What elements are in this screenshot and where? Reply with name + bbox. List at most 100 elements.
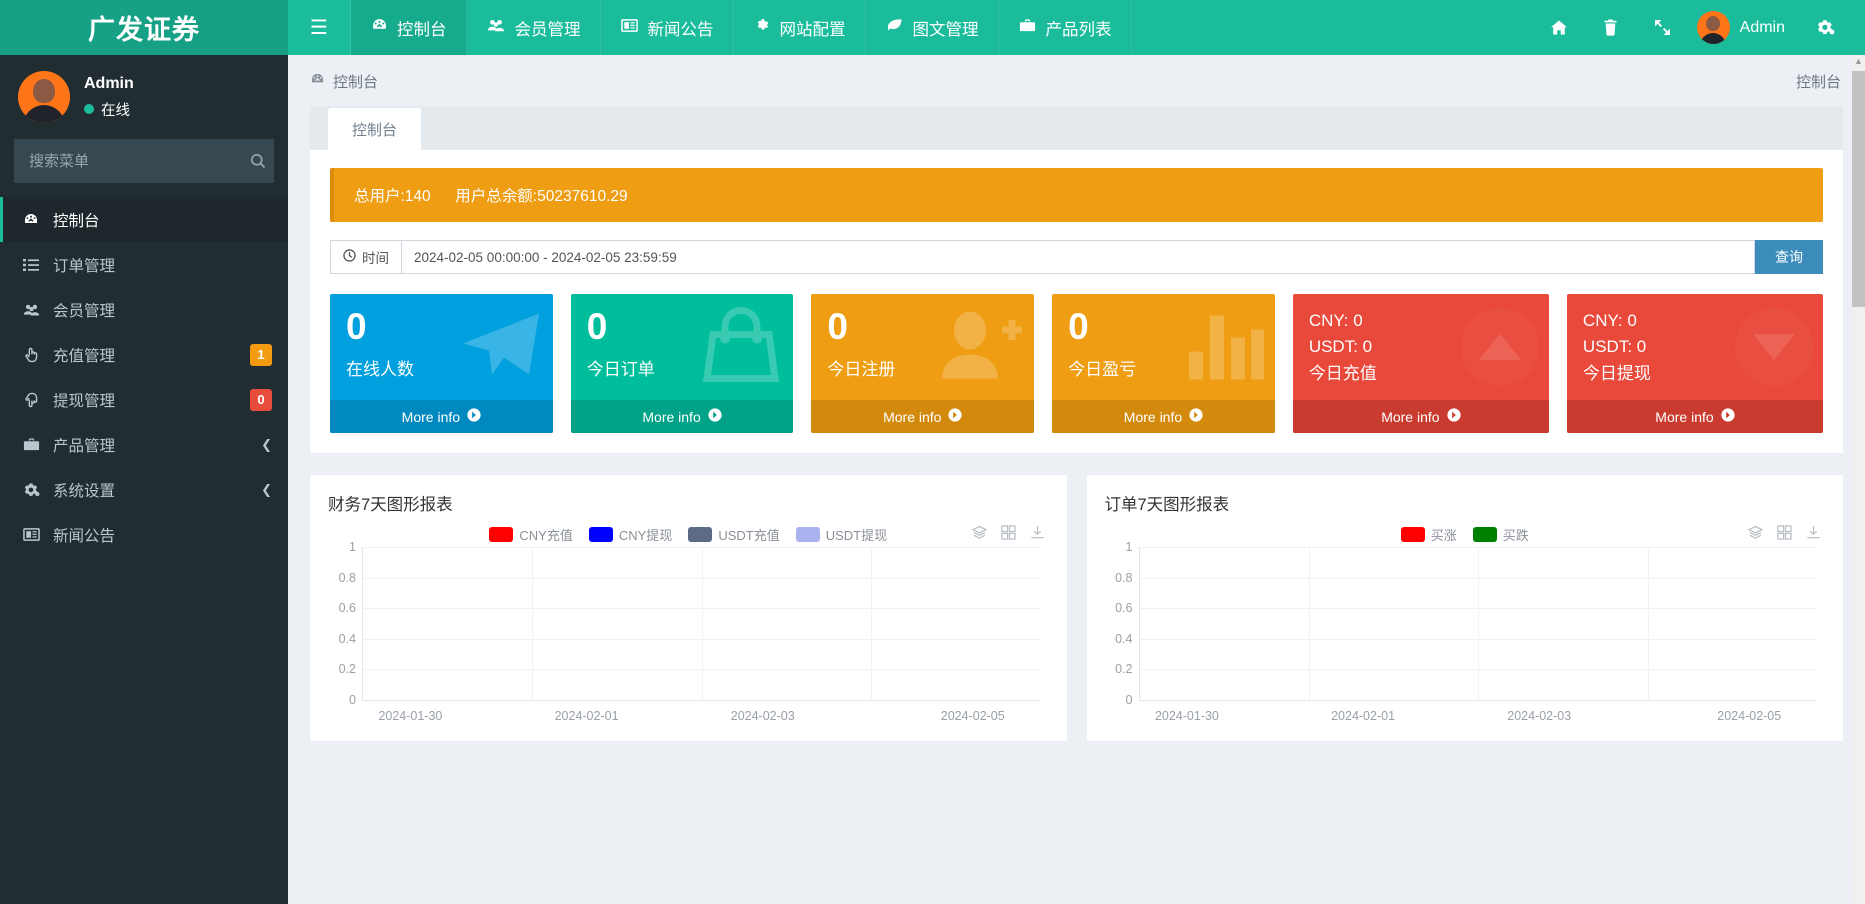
sidebar-item-orders[interactable]: 订单管理: [0, 242, 288, 287]
search-input[interactable]: [15, 152, 242, 170]
gridline: [1647, 547, 1649, 700]
y-axis-tick: 0.6: [338, 601, 356, 616]
sidebar-item-recharge[interactable]: 充值管理 1: [0, 332, 288, 377]
page-scrollbar[interactable]: ▲: [1852, 55, 1865, 904]
legend-item[interactable]: CNY提现: [588, 525, 673, 544]
breadcrumb-left: 控制台: [310, 71, 378, 92]
stat-card-lines: CNY: 0 USDT: 0 今日充值: [1309, 308, 1533, 387]
clock-icon: [343, 249, 356, 265]
recharge-usdt-value: USDT: 0: [1308, 337, 1373, 357]
sidebar-toggle-button[interactable]: ☰: [288, 0, 351, 55]
top-nav-item-dashboard[interactable]: 控制台: [350, 0, 468, 55]
stat-card-more-link[interactable]: More info: [1292, 400, 1549, 433]
legend-item[interactable]: USDT充值: [688, 525, 780, 544]
app-root: 广发证券 ☰ 控制台 会员管理 新闻公告 网站配置 图文管理 产品列表 Admi…: [0, 0, 1865, 904]
sidebar-item-members[interactable]: 会员管理: [0, 287, 288, 332]
user-menu-button[interactable]: Admin: [1689, 0, 1799, 55]
top-nav-item-news[interactable]: 新闻公告: [601, 0, 735, 55]
hamburger-icon: ☰: [310, 17, 328, 39]
stat-card-more-link[interactable]: More info: [1052, 400, 1275, 433]
y-axis-tick: 0: [1125, 693, 1133, 707]
charts-row: 财务7天图形报表 CNY充值 CNY提现 USDT充值 USDT提现 1 0.8…: [310, 475, 1843, 741]
gears-icon[interactable]: [1799, 0, 1851, 55]
total-balance-label: 用户总余额:50237610.29: [455, 188, 628, 205]
tab-dashboard[interactable]: 控制台: [328, 108, 422, 150]
home-icon[interactable]: [1533, 0, 1585, 55]
chart-area: CNY充值 CNY提现 USDT充值 USDT提现 1 0.8 0.6 0.4 …: [328, 521, 1049, 733]
legend-swatch-buy-down: [1472, 527, 1497, 542]
withdraw-usdt-value: USDT: 0: [1582, 337, 1647, 357]
hand-up-icon: [21, 347, 41, 363]
top-nav-right-tools: Admin: [1533, 0, 1865, 55]
stat-card-body: 0 今日订单: [571, 294, 794, 400]
withdraw-cny-value: CNY: 0: [1582, 311, 1637, 330]
dashboard-icon: [310, 72, 325, 91]
top-nav-spacer: [1132, 0, 1532, 55]
top-nav-label: 控制台: [396, 20, 447, 39]
legend-label: USDT充值: [718, 528, 780, 543]
stack-icon[interactable]: [971, 525, 987, 544]
search-query-button[interactable]: 查询: [1755, 240, 1823, 274]
download-icon[interactable]: [1030, 525, 1045, 544]
top-nav-item-site-config[interactable]: 网站配置: [734, 0, 867, 55]
legend-label: CNY充值: [519, 528, 573, 543]
users-icon: [21, 302, 41, 317]
fullscreen-icon[interactable]: [1637, 0, 1689, 55]
stat-card-more-link[interactable]: More info: [570, 400, 794, 433]
chart-toolbar: [1747, 525, 1821, 544]
brand-logo[interactable]: 广发证券: [0, 0, 288, 55]
legend-item[interactable]: CNY充值: [489, 525, 573, 544]
leaf-icon: [886, 18, 903, 38]
trash-icon[interactable]: [1585, 0, 1637, 55]
download-icon[interactable]: [1806, 525, 1821, 544]
legend-label: CNY提现: [618, 528, 673, 543]
stat-card-more-link[interactable]: More info: [1566, 400, 1824, 433]
sidebar-item-products[interactable]: 产品管理 ❮: [0, 422, 288, 467]
stat-card-more-link[interactable]: More info: [811, 400, 1035, 433]
arrow-circle-right-icon: [1446, 408, 1461, 425]
scrollbar-thumb[interactable]: [1852, 71, 1865, 307]
sidebar-item-label: 控制台: [53, 212, 100, 230]
scroll-up-arrow-icon[interactable]: ▲: [1854, 57, 1863, 66]
chart-plot: 1 0.8 0.6 0.4 0.2 0 2024-01-30 2024-02-0…: [1115, 540, 1817, 723]
sidebar-item-label: 充值管理: [53, 347, 116, 365]
stat-card-value: 0: [1068, 306, 1089, 347]
news-icon: [621, 18, 639, 38]
stat-card-value: 0: [346, 306, 367, 347]
legend-item[interactable]: 买跌: [1472, 525, 1529, 544]
stat-card-body: CNY: 0 USDT: 0 今日充值: [1293, 294, 1549, 400]
top-nav-item-members[interactable]: 会员管理: [467, 0, 602, 55]
chevron-left-icon: ❮: [261, 481, 272, 497]
legend-label: 买涨: [1430, 528, 1457, 543]
legend-item[interactable]: USDT提现: [795, 525, 887, 544]
news-icon: [21, 527, 41, 542]
top-nav-item-media[interactable]: 图文管理: [866, 0, 1000, 55]
stack-icon[interactable]: [1747, 525, 1764, 544]
date-range-input[interactable]: 2024-02-05 00:00:00 - 2024-02-05 23:59:5…: [401, 240, 1755, 274]
sidebar-profile[interactable]: Admin 在线: [0, 55, 288, 139]
sidebar-item-dashboard[interactable]: 控制台: [0, 197, 288, 242]
y-axis-tick: 0.8: [1115, 570, 1133, 585]
grid-icon[interactable]: [1777, 525, 1792, 544]
more-label: More info: [1123, 408, 1183, 425]
grid-icon[interactable]: [1000, 525, 1016, 544]
gridline: [1308, 547, 1310, 700]
top-nav-item-product-list[interactable]: 产品列表: [999, 0, 1133, 55]
sidebar-profile-status: 在线: [84, 99, 134, 120]
date-filter-label-text: 时间: [362, 251, 389, 266]
stat-card-today-registrations: 0 今日注册 More info: [811, 294, 1035, 433]
legend-item[interactable]: 买涨: [1400, 525, 1457, 544]
sidebar-item-withdraw[interactable]: 提现管理 0: [0, 377, 288, 422]
top-nav-label: 会员管理: [514, 20, 581, 39]
sidebar-item-label: 会员管理: [53, 302, 116, 320]
stat-card-more-link[interactable]: More info: [330, 400, 553, 433]
sidebar-item-news[interactable]: 新闻公告: [0, 512, 288, 557]
y-axis-tick: 0: [349, 693, 356, 707]
sidebar-item-system-settings[interactable]: 系统设置 ❮: [0, 467, 288, 512]
status-label: 在线: [101, 102, 130, 119]
stat-card-value: 0: [827, 306, 848, 347]
summary-alert: 总用户:140 用户总余额:50237610.29: [330, 168, 1823, 222]
gridline: [532, 547, 534, 700]
search-icon[interactable]: [242, 140, 273, 182]
arrow-circle-right-icon: [1721, 408, 1735, 425]
